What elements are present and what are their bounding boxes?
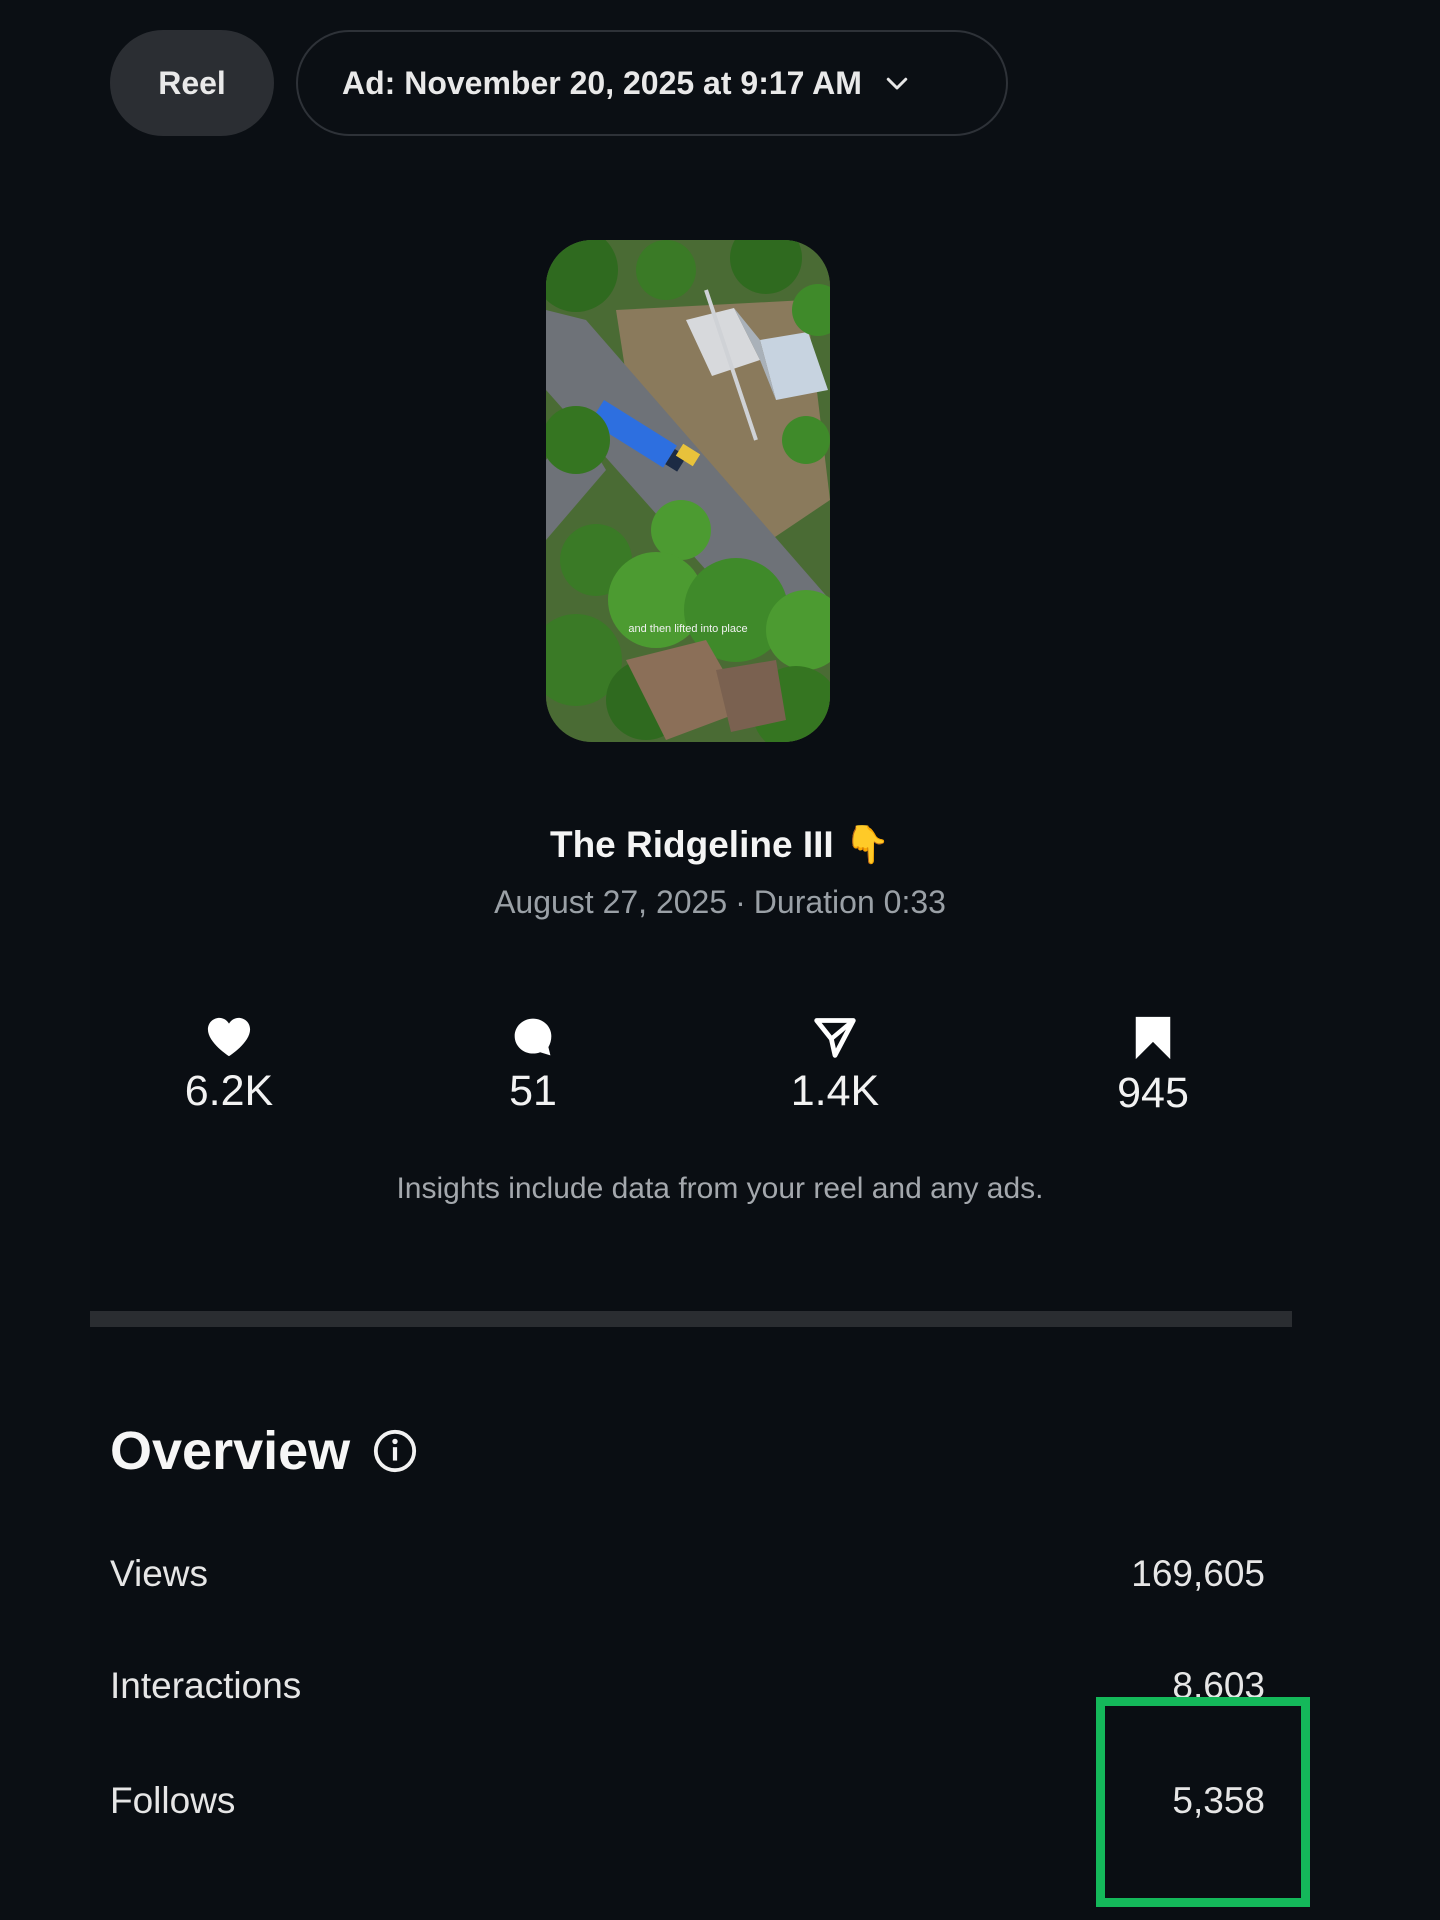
overview-row-views: Views 169,605 xyxy=(110,1553,1265,1595)
views-label: Views xyxy=(110,1553,209,1594)
bookmark-icon xyxy=(1135,1016,1171,1060)
comments-stat: 51 xyxy=(433,1015,633,1116)
overview-row-interactions: Interactions 8,603 xyxy=(110,1665,1265,1707)
info-icon[interactable] xyxy=(372,1428,418,1474)
likes-stat: 6.2K xyxy=(129,1015,329,1116)
chevron-down-icon xyxy=(886,77,908,90)
heart-icon xyxy=(207,1017,251,1057)
overview-title: Overview xyxy=(110,1421,351,1481)
comment-icon xyxy=(514,1018,552,1056)
shares-count: 1.4K xyxy=(790,1067,880,1115)
share-icon xyxy=(814,1018,856,1058)
follows-highlight-box xyxy=(1096,1697,1310,1907)
insights-note: Insights include data from your reel and… xyxy=(396,1172,1044,1205)
reel-date: August 27, 2025 xyxy=(494,884,728,920)
saves-count: 945 xyxy=(1117,1069,1189,1117)
reel-tab[interactable]: Reel xyxy=(110,30,274,136)
likes-count: 6.2K xyxy=(184,1067,274,1115)
follows-label: Follows xyxy=(110,1780,236,1821)
thumbnail-caption: and then lifted into place xyxy=(628,623,747,635)
views-value: 169,605 xyxy=(1131,1553,1265,1594)
section-divider xyxy=(90,1311,1292,1327)
reel-meta: August 27, 2025 · Duration 0:33 xyxy=(0,884,1440,921)
engagement-stats: 6.2K 51 1.4K 945 xyxy=(0,1015,1440,1155)
interactions-label: Interactions xyxy=(110,1665,302,1706)
ad-date-selector[interactable]: Ad: November 20, 2025 at 9:17 AM xyxy=(296,30,1008,136)
shares-stat: 1.4K xyxy=(735,1015,935,1116)
header-bar: Reel Ad: November 20, 2025 at 9:17 AM xyxy=(110,30,1008,136)
comments-count: 51 xyxy=(509,1067,557,1115)
ad-date-label: Ad: November 20, 2025 at 9:17 AM xyxy=(342,64,862,101)
saves-stat: 945 xyxy=(1053,1015,1253,1118)
reel-title: The Ridgeline III 👇 xyxy=(549,824,891,865)
meta-separator: · xyxy=(735,884,746,920)
reel-tab-label: Reel xyxy=(158,64,226,101)
overview-row-follows: Follows 5,358 xyxy=(110,1780,1265,1822)
overview-heading: Overview xyxy=(110,1420,418,1482)
reel-duration: Duration 0:33 xyxy=(753,884,946,920)
reel-thumbnail[interactable]: and then lifted into place xyxy=(546,240,830,742)
